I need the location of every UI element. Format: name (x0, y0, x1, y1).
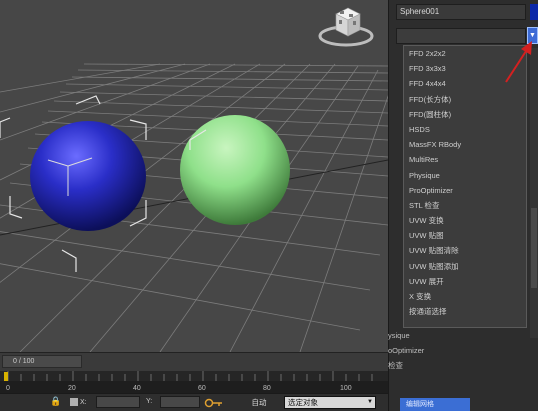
chevron-down-icon: ▼ (367, 399, 373, 405)
track-tick-label: 0 (6, 385, 10, 392)
selection-set-value: 选定对象 (288, 398, 318, 407)
track-tick-label: 20 (68, 385, 76, 392)
menu-item[interactable]: MultiRes (404, 152, 526, 167)
edit-mesh-item[interactable]: 编辑网格 (400, 398, 470, 411)
modifier-list-behind-menu: ysique oOptimizer 检查 (388, 328, 488, 373)
menu-item[interactable]: UVW 贴图添加 (404, 259, 526, 274)
list-item[interactable]: ysique (388, 328, 488, 343)
menu-item[interactable]: STL 检查 (404, 198, 526, 213)
x-coord-field[interactable] (96, 396, 140, 408)
menu-item[interactable]: 按通道选择 (404, 304, 526, 319)
set-key-icon[interactable] (204, 397, 224, 409)
x-coord-label: X: (70, 398, 87, 406)
track-tick-label: 60 (198, 385, 206, 392)
y-coord-field[interactable] (160, 396, 200, 408)
menu-item[interactable]: Physique (404, 168, 526, 183)
menu-item[interactable]: UVW 贴图 (404, 228, 526, 243)
command-panel-scrollbar[interactable] (530, 48, 538, 338)
menu-item[interactable]: FFD(长方体) (404, 92, 526, 107)
green-sphere (180, 115, 290, 225)
track-tick-label: 100 (340, 385, 352, 392)
menu-item[interactable]: UVW 变换 (404, 213, 526, 228)
menu-item[interactable]: UVW 贴图清除 (404, 243, 526, 258)
track-bar[interactable]: 0 20 40 60 80 100 (0, 371, 388, 393)
track-bar-ruler: 0 20 40 60 80 100 (0, 371, 388, 392)
menu-item[interactable]: HSDS (404, 122, 526, 137)
menu-item[interactable]: UVW 展开 (404, 274, 526, 289)
menu-item[interactable]: FFD(圆柱体) (404, 107, 526, 122)
modifier-dropdown-menu[interactable]: FFD 2x2x2 FFD 3x3x3 FFD 4x4x4 FFD(长方体) F… (403, 45, 527, 328)
viewcube-icon[interactable] (318, 2, 374, 48)
track-tick-label: 80 (263, 385, 271, 392)
viewport-scene (0, 63, 388, 352)
track-tick-label: 40 (133, 385, 141, 392)
menu-item[interactable]: MassFX RBody (404, 137, 526, 152)
object-name-field[interactable]: Sphere001 (396, 4, 526, 20)
list-item[interactable]: 检查 (388, 358, 488, 373)
object-color-swatch[interactable] (530, 4, 538, 20)
y-coord-label: Y: (146, 398, 153, 405)
auto-key-button[interactable]: 自动 (244, 396, 274, 409)
scrollbar-thumb[interactable] (531, 208, 537, 288)
perspective-viewport[interactable] (0, 0, 388, 352)
lock-icon[interactable]: 🔒 (50, 396, 62, 408)
time-slider-handle[interactable]: 0 / 100 (2, 355, 82, 368)
annotation-arrow-icon (505, 41, 532, 83)
list-item[interactable]: oOptimizer (388, 343, 488, 358)
menu-item[interactable]: ProOptimizer (404, 183, 526, 198)
menu-item[interactable]: X 变换 (404, 289, 526, 304)
selection-set-dropdown[interactable]: 选定对象 ▼ (284, 396, 376, 409)
blue-sphere (30, 121, 146, 231)
